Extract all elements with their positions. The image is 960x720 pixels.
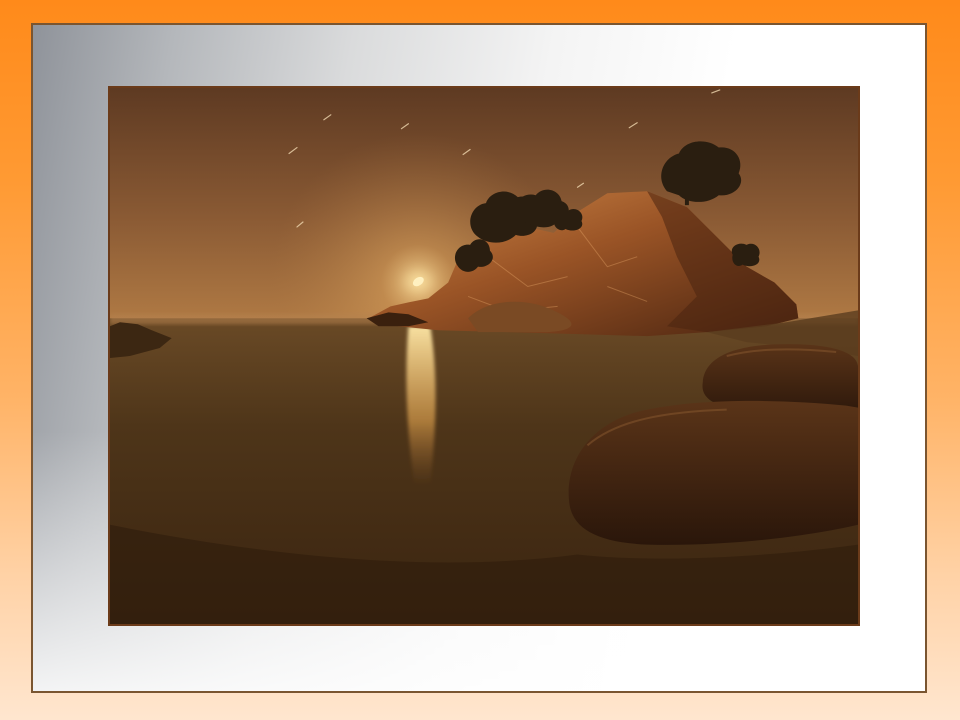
night-seascape-photo	[108, 86, 860, 626]
seascape-illustration	[110, 88, 858, 624]
